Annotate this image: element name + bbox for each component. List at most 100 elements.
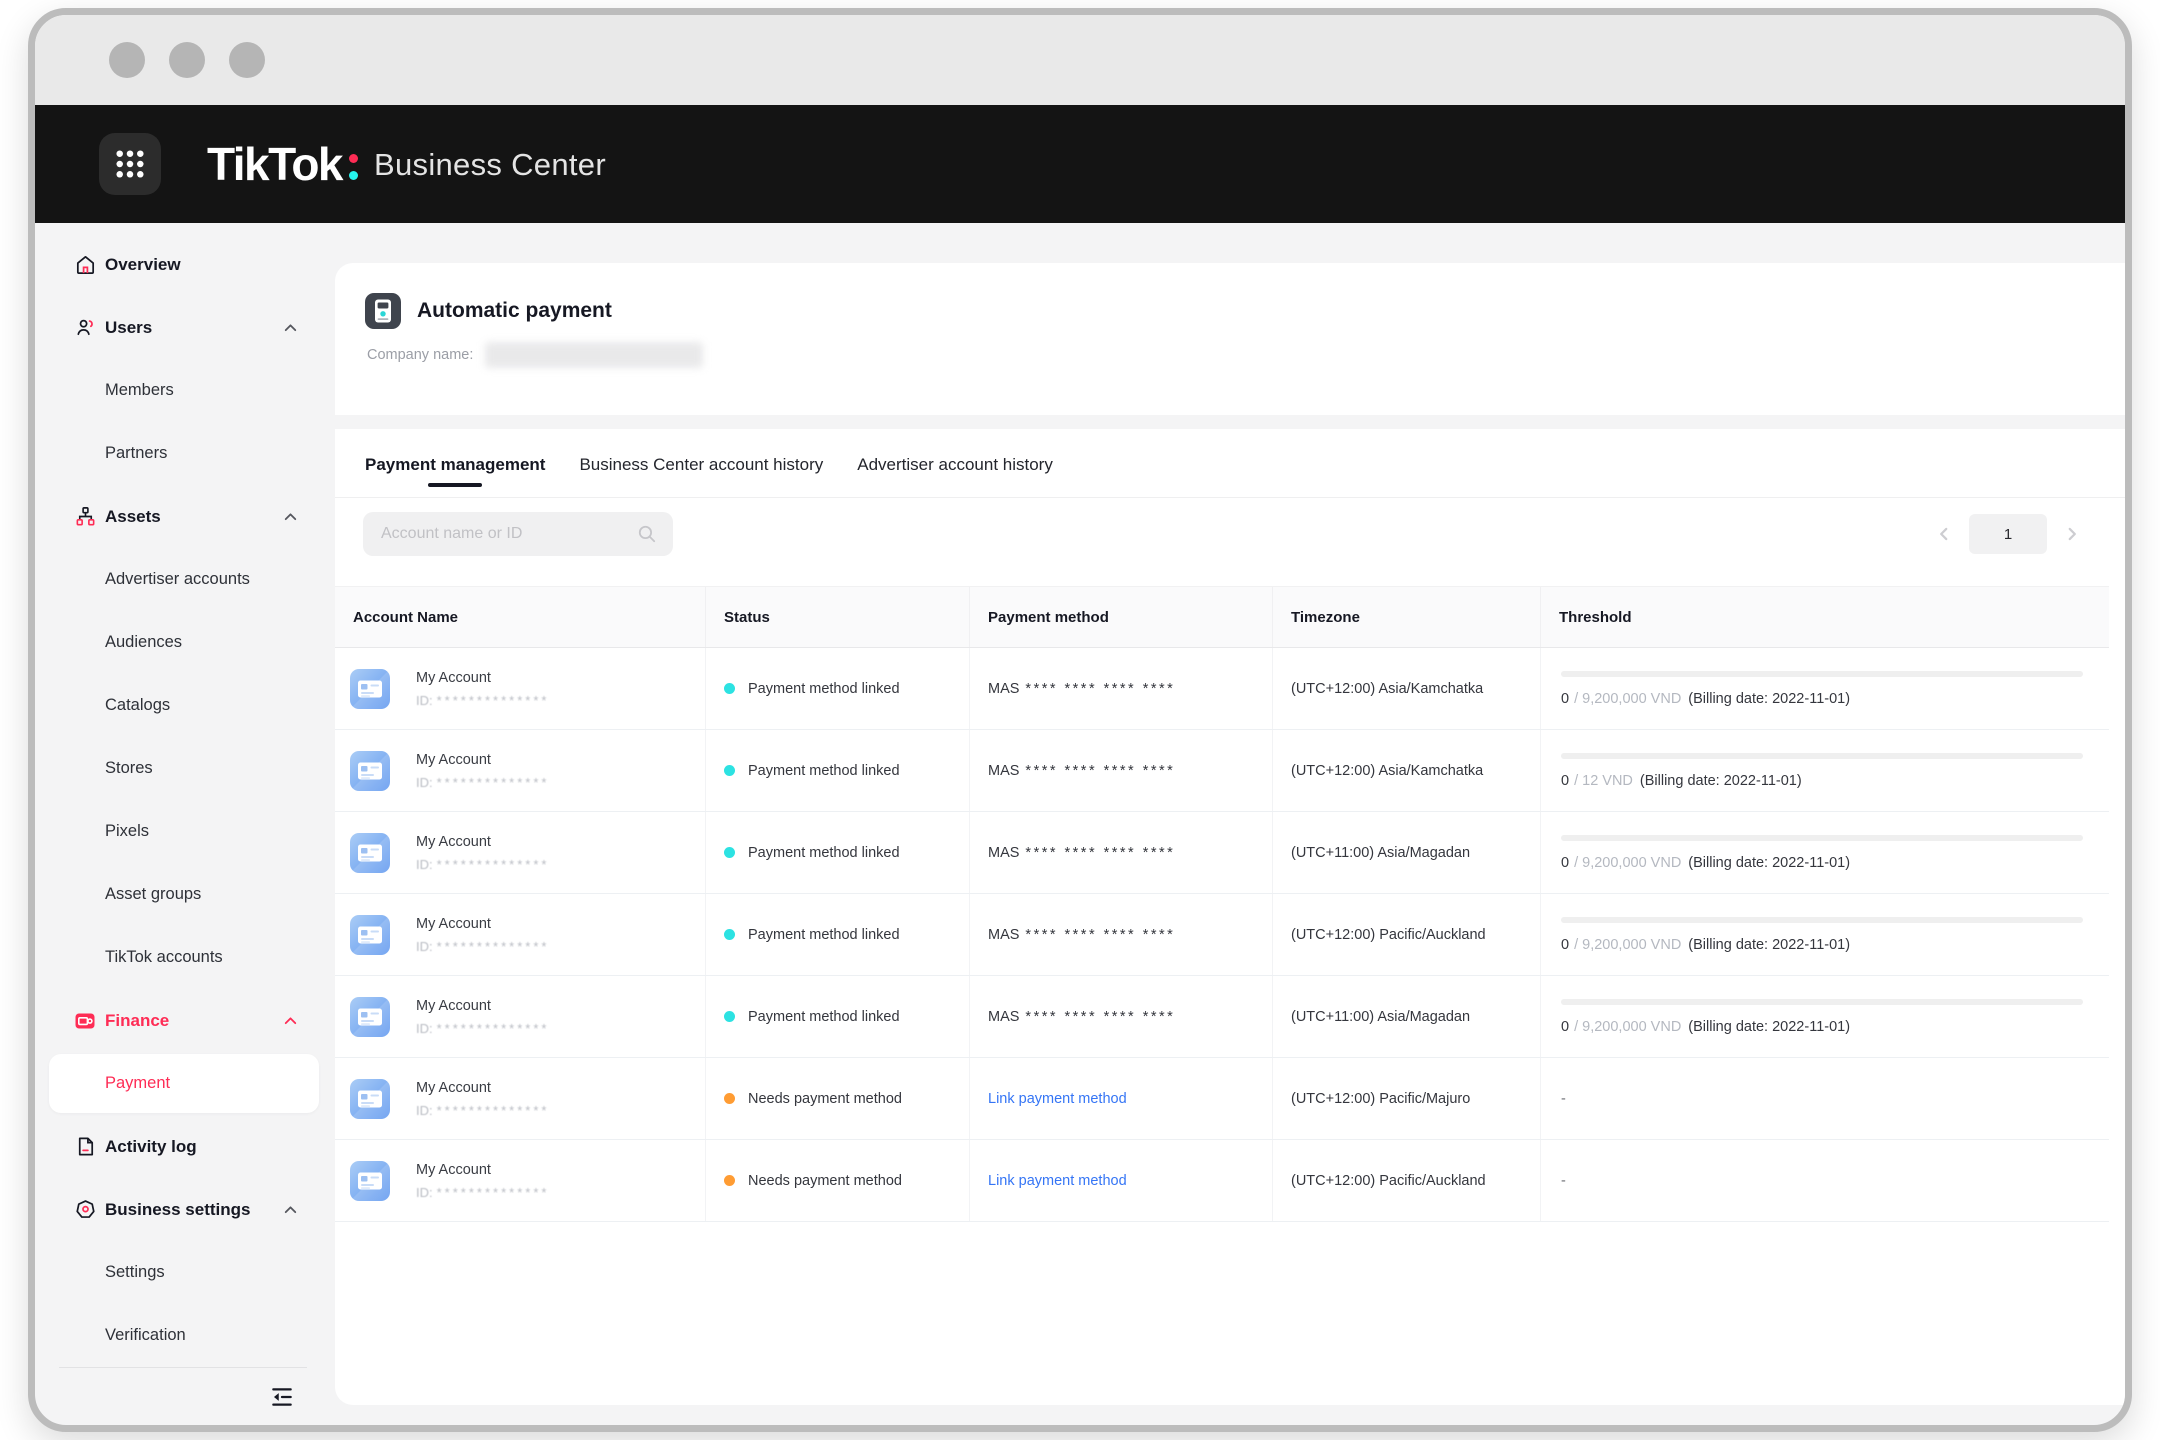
account-icon bbox=[350, 832, 390, 873]
payment-method-cell: Link payment method bbox=[969, 1058, 1272, 1139]
table-header-row: Account Name Status Payment method Timezone… bbox=[335, 586, 2109, 648]
window-control-dot[interactable] bbox=[109, 42, 145, 78]
main-area: Automatic payment Company name: Payment … bbox=[335, 223, 2125, 1425]
account-id: ID: ************** bbox=[416, 1184, 550, 1200]
sidebar-item-tiktok-accounts[interactable]: TikTok accounts bbox=[35, 926, 335, 989]
chevron-up-icon[interactable] bbox=[282, 1012, 299, 1029]
sidebar-item-business-settings[interactable]: Business settings bbox=[35, 1178, 335, 1241]
sidebar-item-members[interactable]: Members bbox=[35, 359, 335, 422]
link-payment-method-link[interactable]: Link payment method bbox=[988, 1173, 1127, 1189]
search-input[interactable] bbox=[379, 524, 627, 544]
sidebar-item-users[interactable]: Users bbox=[35, 296, 335, 359]
window-titlebar bbox=[35, 15, 2125, 105]
search-icon bbox=[637, 524, 657, 544]
brand-logo: TikTok Business Center bbox=[207, 137, 606, 191]
company-name-label: Company name: bbox=[367, 347, 474, 363]
sidebar-item-overview[interactable]: Overview bbox=[35, 233, 335, 296]
sidebar-item-partners[interactable]: Partners bbox=[35, 422, 335, 485]
table-row: My Account ID: ************** Payment met… bbox=[335, 648, 2109, 730]
column-header-timezone: Timezone bbox=[1272, 587, 1540, 647]
account-cell: My Account ID: ************** bbox=[335, 1140, 705, 1221]
sidebar-item-advertiser-accounts[interactable]: Advertiser accounts bbox=[35, 548, 335, 611]
sidebar-item-settings[interactable]: Settings bbox=[35, 1241, 335, 1304]
account-name: My Account bbox=[416, 997, 491, 1014]
account-id: ID: ************** bbox=[416, 774, 550, 790]
sidebar-item-catalogs[interactable]: Catalogs bbox=[35, 674, 335, 737]
timezone-cell: (UTC+12:00) Asia/Kamchatka bbox=[1272, 648, 1540, 729]
sidebar-item-stores[interactable]: Stores bbox=[35, 737, 335, 800]
finance-icon bbox=[73, 1009, 97, 1033]
tiktok-wordmark: TikTok bbox=[207, 138, 344, 190]
status-label: Needs payment method bbox=[748, 1172, 902, 1189]
panel-gap bbox=[335, 415, 2125, 429]
timezone-value: (UTC+12:00) Pacific/Auckland bbox=[1291, 926, 1486, 943]
account-icon bbox=[350, 750, 390, 791]
table-row: My Account ID: ************** Needs payme… bbox=[335, 1140, 2109, 1222]
account-id: ID: ************** bbox=[416, 692, 550, 708]
sidebar-item-activity-log[interactable]: Activity log bbox=[35, 1115, 335, 1178]
sidebar-item-finance[interactable]: Finance bbox=[35, 989, 335, 1052]
status-cell: Payment method linked bbox=[705, 976, 969, 1057]
payment-panel: Payment management Business Center accoun… bbox=[335, 429, 2125, 1405]
window-control-dot[interactable] bbox=[229, 42, 265, 78]
account-name: My Account bbox=[416, 1161, 491, 1178]
chevron-up-icon[interactable] bbox=[282, 508, 299, 525]
timezone-value: (UTC+12:00) Asia/Kamchatka bbox=[1291, 680, 1484, 697]
payment-method-cell: MAS **** **** **** **** bbox=[969, 730, 1272, 811]
sidebar-divider bbox=[59, 1367, 307, 1368]
tiktok-colon-icon bbox=[349, 154, 358, 180]
payment-method-cell: MAS **** **** **** **** bbox=[969, 894, 1272, 975]
sidebar-item-verification[interactable]: Verification bbox=[35, 1304, 335, 1367]
threshold-cell: 0/ 9,200,000 VND (Billing date: 2022-11-0… bbox=[1540, 894, 2109, 975]
sidebar-item-audiences[interactable]: Audiences bbox=[35, 611, 335, 674]
chevron-up-icon[interactable] bbox=[282, 1201, 299, 1218]
collapse-sidebar-icon bbox=[269, 1384, 295, 1410]
account-name: My Account bbox=[416, 669, 491, 686]
threshold-text: 0/ 12 VND (Billing date: 2022-11-01) bbox=[1561, 772, 1802, 789]
sidebar-item-pixels[interactable]: Pixels bbox=[35, 800, 335, 863]
account-id: ID: ************** bbox=[416, 1102, 550, 1118]
status-label: Needs payment method bbox=[748, 1090, 902, 1107]
threshold-cell: 0/ 9,200,000 VND (Billing date: 2022-11-0… bbox=[1540, 976, 2109, 1057]
timezone-cell: (UTC+12:00) Asia/Kamchatka bbox=[1272, 730, 1540, 811]
app-grid-button[interactable] bbox=[99, 133, 161, 195]
account-cell: My Account ID: ************** bbox=[335, 812, 705, 893]
status-label: Payment method linked bbox=[748, 926, 900, 943]
chevron-up-icon[interactable] bbox=[282, 319, 299, 336]
threshold-progress-bar bbox=[1561, 834, 2083, 841]
status-dot bbox=[724, 1175, 735, 1186]
tab-payment-management[interactable]: Payment management bbox=[363, 429, 547, 497]
account-icon bbox=[350, 668, 390, 709]
current-page[interactable]: 1 bbox=[1969, 514, 2047, 554]
sidebar-item-payment[interactable]: Payment bbox=[35, 1052, 335, 1115]
tab-bar: Payment management Business Center accoun… bbox=[335, 429, 2125, 498]
sidebar-item-assets[interactable]: Assets bbox=[35, 485, 335, 548]
threshold-cell: 0/ 12 VND (Billing date: 2022-11-01) bbox=[1540, 730, 2109, 811]
status-label: Payment method linked bbox=[748, 762, 900, 779]
threshold-text: 0/ 9,200,000 VND (Billing date: 2022-11-0… bbox=[1561, 690, 1851, 707]
account-cell: My Account ID: ************** bbox=[335, 894, 705, 975]
sidebar: Overview Users Members Partners Assets A… bbox=[35, 223, 335, 1425]
account-icon bbox=[350, 914, 390, 955]
column-header-threshold: Threshold bbox=[1540, 587, 2109, 647]
threshold-cell: - bbox=[1540, 1058, 2109, 1139]
window-control-dot[interactable] bbox=[169, 42, 205, 78]
home-icon bbox=[73, 253, 97, 277]
account-cell: My Account ID: ************** bbox=[335, 1058, 705, 1139]
sidebar-collapse-button[interactable] bbox=[269, 1384, 295, 1410]
column-header-payment-method: Payment method bbox=[969, 587, 1272, 647]
tab-advertiser-account-history[interactable]: Advertiser account history bbox=[855, 429, 1055, 497]
status-label: Payment method linked bbox=[748, 844, 900, 861]
prev-page-button[interactable] bbox=[1935, 525, 1953, 543]
threshold-text: 0/ 9,200,000 VND (Billing date: 2022-11-0… bbox=[1561, 854, 1851, 871]
timezone-value: (UTC+12:00) Pacific/Auckland bbox=[1291, 1172, 1486, 1189]
tab-business-center-account-history[interactable]: Business Center account history bbox=[577, 429, 825, 497]
sidebar-item-asset-groups[interactable]: Asset groups bbox=[35, 863, 335, 926]
timezone-value: (UTC+11:00) Asia/Magadan bbox=[1291, 844, 1471, 861]
status-label: Payment method linked bbox=[748, 680, 900, 697]
payment-method-cell: MAS **** **** **** **** bbox=[969, 976, 1272, 1057]
next-page-button[interactable] bbox=[2063, 525, 2081, 543]
link-payment-method-link[interactable]: Link payment method bbox=[988, 1091, 1127, 1107]
table-body: My Account ID: ************** Payment met… bbox=[335, 648, 2109, 1222]
threshold-cell: - bbox=[1540, 1140, 2109, 1221]
